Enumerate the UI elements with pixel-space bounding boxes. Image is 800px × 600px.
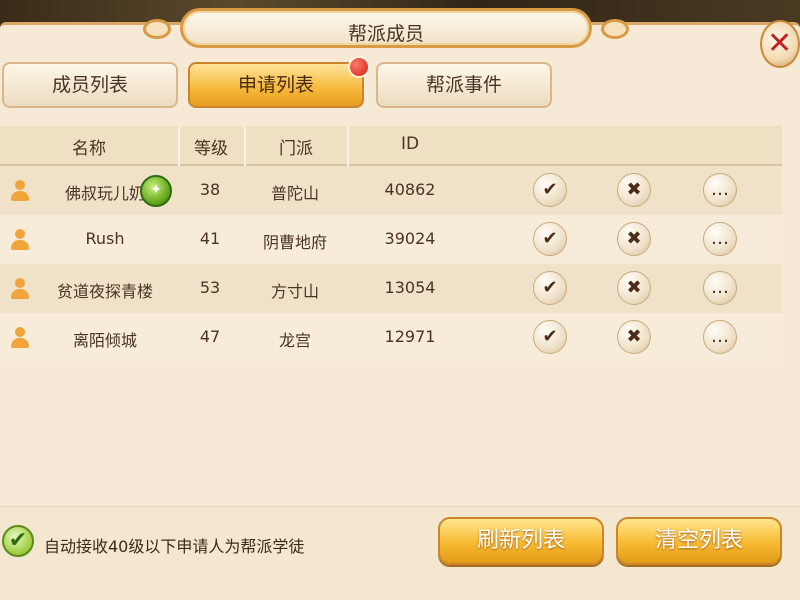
chat-bubble-icon: …: [711, 326, 729, 347]
clear-list-button[interactable]: 清空列表: [616, 517, 782, 565]
applicant-level: 38: [199, 180, 221, 199]
applicant-name: Rush: [85, 229, 125, 248]
panel-title: 帮派成员: [347, 23, 424, 45]
checkmark-icon: ✔: [542, 228, 558, 249]
checkmark-icon: ✔: [8, 528, 28, 553]
chat-button[interactable]: …: [703, 271, 737, 305]
auto-accept-label: 自动接收40级以下申请人为帮派学徒: [44, 537, 305, 556]
applicant-school: 普陀山: [270, 184, 319, 203]
column-header-level: 等级: [194, 139, 228, 159]
chat-button[interactable]: …: [703, 222, 737, 256]
table-row: 离陌倾城 47 龙宫 12971 ✔ ✖ …: [0, 313, 782, 362]
tab-application-list[interactable]: 申请列表: [188, 56, 370, 108]
applicant-school: 龙宫: [278, 331, 311, 350]
title-ornament-left: [143, 19, 171, 39]
tab-application-list-label: 申请列表: [237, 74, 314, 96]
close-icon: ✕: [767, 26, 793, 61]
applicant-id: 40862: [384, 180, 436, 199]
applicant-level: 53: [199, 278, 221, 297]
refresh-list-button[interactable]: 刷新列表: [438, 517, 604, 565]
title-plate: 帮派成员: [143, 8, 629, 48]
tab-member-list-label: 成员列表: [51, 74, 128, 96]
notification-dot-icon: [348, 56, 370, 78]
column-header-school: 门派: [279, 139, 313, 159]
checkmark-icon: ✔: [542, 179, 558, 200]
x-icon: ✖: [626, 326, 642, 347]
person-icon: [10, 278, 30, 300]
x-icon: ✖: [626, 228, 642, 249]
person-icon: [10, 180, 30, 202]
column-header-name: 名称: [72, 139, 106, 159]
application-list: 佛叔玩儿奶 ✦ 38 普陀山 40862 ✔ ✖ … Rush 41 阴曹地府 …: [0, 166, 782, 362]
clear-list-label: 清空列表: [654, 528, 743, 553]
applicant-level: 47: [199, 327, 221, 346]
table-header: 名称 等级 门派 ID: [0, 126, 782, 166]
applicant-id: 12971: [384, 327, 436, 346]
accept-button[interactable]: ✔: [533, 222, 567, 256]
reject-button[interactable]: ✖: [617, 173, 651, 207]
checkmark-icon: ✔: [542, 277, 558, 298]
accept-button[interactable]: ✔: [533, 173, 567, 207]
applicant-name: 离陌倾城: [72, 331, 137, 350]
reject-button[interactable]: ✖: [617, 222, 651, 256]
column-header-id: ID: [400, 134, 420, 154]
accept-button[interactable]: ✔: [533, 320, 567, 354]
auto-accept-checkbox[interactable]: ✔: [2, 525, 34, 557]
chat-bubble-icon: …: [711, 277, 729, 298]
table-row: 贫道夜探青楼 53 方寸山 13054 ✔ ✖ …: [0, 264, 782, 313]
reject-button[interactable]: ✖: [617, 320, 651, 354]
applicant-level: 41: [199, 229, 221, 248]
chat-button[interactable]: …: [703, 320, 737, 354]
x-icon: ✖: [626, 179, 642, 200]
tab-member-list[interactable]: 成员列表: [2, 62, 178, 108]
title-ornament-right: [601, 19, 629, 39]
accept-button[interactable]: ✔: [533, 271, 567, 305]
tab-guild-events-label: 帮派事件: [425, 74, 502, 96]
applicant-id: 13054: [384, 278, 436, 297]
close-button[interactable]: ✕: [760, 20, 800, 68]
applicant-school: 阴曹地府: [262, 233, 327, 252]
person-icon: [10, 327, 30, 349]
chat-bubble-icon: …: [711, 179, 729, 200]
applicant-id: 39024: [384, 229, 436, 248]
column-divider: [347, 126, 349, 166]
chat-button[interactable]: …: [703, 173, 737, 207]
reject-button[interactable]: ✖: [617, 271, 651, 305]
tab-guild-events[interactable]: 帮派事件: [376, 62, 552, 108]
refresh-list-label: 刷新列表: [476, 528, 565, 553]
checkmark-icon: ✔: [542, 326, 558, 347]
x-icon: ✖: [626, 277, 642, 298]
table-row: Rush 41 阴曹地府 39024 ✔ ✖ …: [0, 215, 782, 264]
chat-bubble-icon: …: [711, 228, 729, 249]
person-icon: [10, 229, 30, 251]
vip-badge-icon: ✦: [140, 175, 172, 207]
applicant-name: 贫道夜探青楼: [56, 282, 153, 301]
applicant-school: 方寸山: [270, 282, 319, 301]
table-row: 佛叔玩儿奶 ✦ 38 普陀山 40862 ✔ ✖ …: [0, 166, 782, 215]
